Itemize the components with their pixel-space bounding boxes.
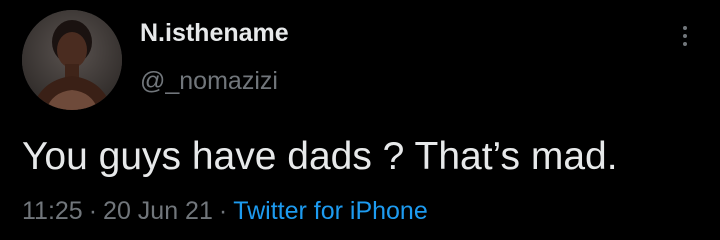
avatar-image [22, 10, 122, 110]
avatar[interactable] [22, 10, 122, 110]
more-vertical-icon [683, 26, 687, 30]
more-vertical-icon-dot [683, 34, 687, 38]
more-options-button[interactable] [672, 18, 698, 54]
tweet-date[interactable]: 20 Jun 21 [103, 197, 213, 226]
meta-separator: · [218, 197, 228, 225]
author-handle[interactable]: @_nomazizi [140, 67, 278, 96]
tweet-time[interactable]: 11:25 [22, 197, 83, 226]
meta-separator: · [88, 197, 98, 225]
tweet-source-link[interactable]: Twitter for iPhone [233, 197, 428, 226]
tweet-text: You guys have dads ? That’s mad. [22, 135, 618, 178]
tweet-card: N.isthename @_nomazizi You guys have dad… [0, 0, 720, 240]
author-display-name[interactable]: N.isthename [140, 19, 289, 48]
more-vertical-icon-dot [683, 42, 687, 46]
tweet-meta: 11:25 · 20 Jun 21 · Twitter for iPhone [22, 197, 428, 226]
